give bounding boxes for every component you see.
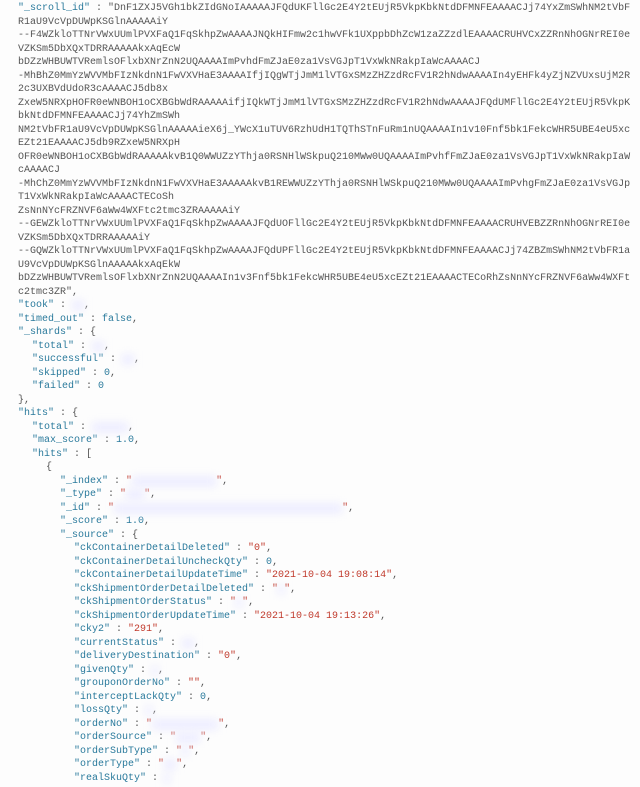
field-orderType: "orderType" : "xx", xyxy=(4,758,636,772)
field-took: "took" : 00, xyxy=(4,299,636,313)
field-deliveryDestination: "deliveryDestination" : "0", xyxy=(4,650,636,664)
field-ckShipmentOrderUpdateTime: "ckShipmentOrderUpdateTime" : "2021-10-0… xyxy=(4,610,636,624)
field-max-score: "max_score" : 1.0, xyxy=(4,434,636,448)
scroll-id-cont: OFR0eWNBOH1oCXBGbWdRAAAAAkvB1Q0WWUZzYThj… xyxy=(4,151,636,178)
field-timed-out: "timed_out" : false, xyxy=(4,313,636,327)
field-shards-failed: "failed" : 0 xyxy=(4,380,636,394)
field-id: "_id" : "xxxxxxxxxxxxxxxxxxxxxxxxxxxxxxx… xyxy=(4,502,636,516)
scroll-id-cont: --GQWZkloTTNrVWxUUmlPVXFaQ1FqSkhpZwAAAAJ… xyxy=(4,245,636,272)
scroll-id-cont: ZsNnNYcFRZNVF6aWw4WXFtc2tmc3ZRAAAAAiY xyxy=(4,205,636,219)
field-shards-total: "total" : 00, xyxy=(4,340,636,354)
field-lossQty: "lossQty" : 0, xyxy=(4,704,636,718)
field-source: "_source" : { xyxy=(4,529,636,543)
brace-close: }, xyxy=(4,394,636,408)
key-scroll-id: "_scroll_id" xyxy=(18,3,90,14)
field-hits: "hits" : { xyxy=(4,407,636,421)
field-orderSource: "orderSource" : "xxxx", xyxy=(4,731,636,745)
field-shards-successful: "successful" : 00, xyxy=(4,353,636,367)
field-orderSubType: "orderSubType" : "x", xyxy=(4,745,636,759)
field-grouponOrderNo: "grouponOrderNo" : "", xyxy=(4,677,636,691)
scroll-id-line: "_scroll_id" : "DnF1ZXJ5VGh1bkZIdGNoIAAA… xyxy=(4,2,636,29)
field-currentStatus: "currentStatus" : 00, xyxy=(4,637,636,651)
scroll-id-cont: ZxeW5NRXpHOFR0eWNBOH1oCXBGbWdRAAAAAifjIQ… xyxy=(4,97,636,124)
field-type: "_type" : "xxx", xyxy=(4,488,636,502)
field-ckContainerDetailUpdateTime: "ckContainerDetailUpdateTime" : "2021-10… xyxy=(4,569,636,583)
scroll-id-cont: bDZzWHBUWTVRemlsOFlxbXNrZnN2UQAAAAIn1v3F… xyxy=(4,272,636,299)
brace-open: { xyxy=(4,461,636,475)
field-hits-total: "total" : 000000, xyxy=(4,421,636,435)
field-index: "_index" : "xxxxxxxxxxxxxx", xyxy=(4,475,636,489)
field-shards-skipped: "skipped" : 0, xyxy=(4,367,636,381)
field-realSkuQty: "realSkuQty" : 0 xyxy=(4,772,636,786)
scroll-id-cont: -MhBhZ0MmYzWVVMbFIzNkdnN1FwVXVHaE3AAAAIf… xyxy=(4,70,636,97)
field-ckContainerDetailDeleted: "ckContainerDetailDeleted" : "0", xyxy=(4,542,636,556)
scroll-id-cont: --GEWZkloTTNrVWxUUmlPVXFaQ1FqSkhpZwAAAAJ… xyxy=(4,218,636,245)
scroll-id-cont: bDZzWHBUWTVRemlsOFlxbXNrZnN2UQAAAAImPvhd… xyxy=(4,56,636,70)
field-ckShipmentOrderDetailDeleted: "ckShipmentOrderDetailDeleted" : "x", xyxy=(4,583,636,597)
field-score: "_score" : 1.0, xyxy=(4,515,636,529)
scroll-id-cont: NM2tVbFR1aU9VcVpDUWpKSGlnAAAAAieX6j_YWcX… xyxy=(4,124,636,151)
field-ckShipmentOrderStatus: "ckShipmentOrderStatus" : "x", xyxy=(4,596,636,610)
field-interceptLackQty: "interceptLackQty" : 0, xyxy=(4,691,636,705)
field-shards: "_shards" : { xyxy=(4,326,636,340)
field-ckContainerDetailUncheckQty: "ckContainerDetailUncheckQty" : 0, xyxy=(4,556,636,570)
field-hits-array: "hits" : [ xyxy=(4,448,636,462)
field-orderNo: "orderNo" : "xxxxxxxxxxx", xyxy=(4,718,636,732)
scroll-id-cont: -MhChZ0MmYzWVVMbFIzNkdnN1FwVXVHaE3AAAAAk… xyxy=(4,178,636,205)
scroll-id-cont: --F4WZkloTTNrVWxUUmlPVXFaQ1FqSkhpZwAAAAJ… xyxy=(4,29,636,56)
field-cky2: "cky2" : "291", xyxy=(4,623,636,637)
field-givenQty: "givenQty" : 0, xyxy=(4,664,636,678)
